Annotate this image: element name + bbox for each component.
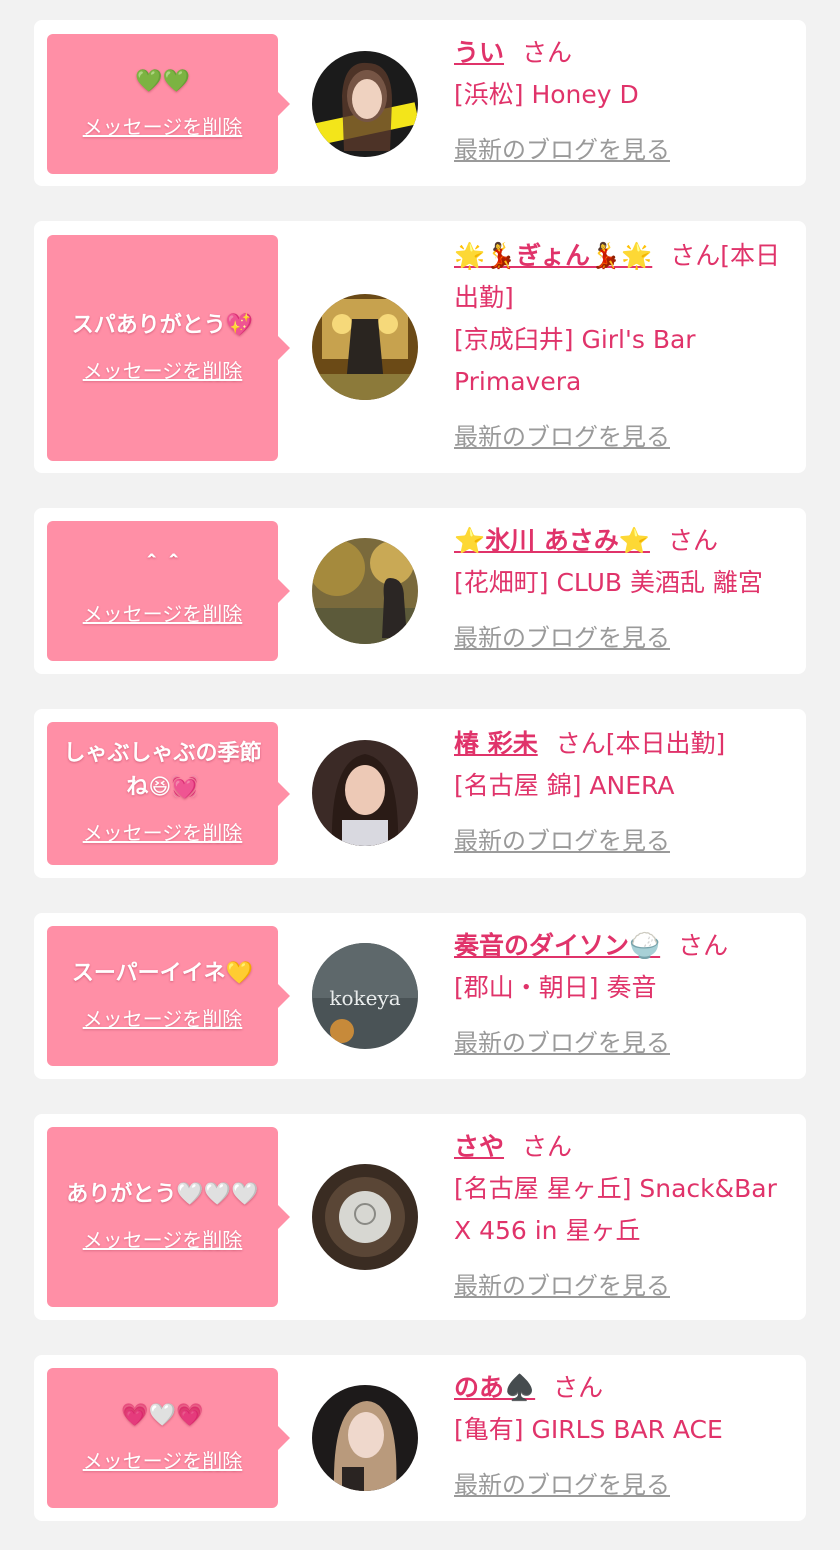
honorific: さん [522, 1132, 573, 1161]
svg-text:kokeya: kokeya [329, 986, 400, 1010]
shop-name: [郡山・朝日] 奏音 [454, 973, 657, 1002]
message-text: 💚💚 [135, 68, 190, 94]
latest-blog-link[interactable]: 最新のブログを見る [454, 1266, 670, 1301]
notification-card: スーパーイイネ💛 メッセージを削除 kokeya 奏音のダイソン🍚 さん [郡山・… [34, 913, 806, 1079]
honorific: さん [555, 729, 606, 758]
cast-info: 奏音のダイソン🍚 さん [郡山・朝日] 奏音 最新のブログを見る [454, 925, 798, 1058]
message-bubble: しゃぶしゃぶの季節ね😆💓 メッセージを削除 [47, 722, 290, 865]
delete-message-link[interactable]: メッセージを削除 [83, 1445, 243, 1474]
cast-info: のあ♠️ さん [亀有] GIRLS BAR ACE 最新のブログを見る [454, 1367, 798, 1500]
avatar[interactable]: kokeya [312, 943, 418, 1049]
latest-blog-link[interactable]: 最新のブログを見る [454, 1465, 670, 1500]
honorific: さん [553, 1373, 604, 1402]
honorific: さん [522, 38, 573, 67]
notification-list: 💚💚 メッセージを削除 うい さん [浜松] Honey D 最新のブログを見る … [0, 0, 840, 1550]
cast-info: さや さん [名古屋 星ヶ丘] Snack&Bar X 456 in 星ヶ丘 最新… [454, 1126, 798, 1301]
latest-blog-link[interactable]: 最新のブログを見る [454, 821, 670, 856]
latest-blog-link[interactable]: 最新のブログを見る [454, 618, 670, 653]
cast-name-link[interactable]: のあ♠️ [454, 1373, 535, 1402]
latest-blog-link[interactable]: 最新のブログを見る [454, 1023, 670, 1058]
message-text: スーパーイイネ💛 [71, 960, 254, 986]
delete-message-link[interactable]: メッセージを削除 [83, 355, 243, 384]
notification-card: ありがとう🤍🤍🤍 メッセージを削除 さや さん [名古屋 星ヶ丘] Snack&B… [34, 1114, 806, 1320]
cast-name-link[interactable]: さや [454, 1132, 504, 1161]
message-bubble: ＾＾ メッセージを削除 [47, 521, 290, 661]
delete-message-link[interactable]: メッセージを削除 [83, 817, 243, 846]
delete-message-link[interactable]: メッセージを削除 [83, 598, 243, 627]
cast-name-link[interactable]: うい [454, 38, 504, 67]
cast-name-link[interactable]: 🌟💃ぎょん💃🌟 [454, 241, 652, 270]
cast-info: 🌟💃ぎょん💃🌟 さん[本日出勤] [京成臼井] Girl's Bar Primav… [454, 235, 798, 452]
shop-name: [花畑町] CLUB 美酒乱 離宮 [454, 568, 763, 597]
cast-info: ⭐氷川 あさみ⭐ さん [花畑町] CLUB 美酒乱 離宮 最新のブログを見る [454, 520, 798, 653]
message-bubble: 💚💚 メッセージを削除 [47, 34, 290, 174]
avatar[interactable] [312, 740, 418, 846]
notification-card: 💗🤍💗 メッセージを削除 のあ♠️ さん [亀有] GIRLS BAR ACE 最… [34, 1355, 806, 1521]
message-text: ありがとう🤍🤍🤍 [66, 1181, 259, 1207]
notification-card: スパありがとう💖 メッセージを削除 🌟💃ぎょん💃🌟 さん[本日出勤] [京成臼井]… [34, 221, 806, 473]
cast-info: 椿 彩未 さん[本日出勤] [名古屋 錦] ANERA 最新のブログを見る [454, 723, 798, 856]
delete-message-link[interactable]: メッセージを削除 [83, 111, 243, 140]
message-text: ＾＾ [140, 555, 185, 581]
avatar[interactable] [312, 1385, 418, 1491]
delete-message-link[interactable]: メッセージを削除 [83, 1224, 243, 1253]
notification-card: ＾＾ メッセージを削除 ⭐氷川 あさみ⭐ さん [花畑町] CLUB 美酒乱 離宮… [34, 508, 806, 674]
avatar[interactable] [312, 538, 418, 644]
delete-message-link[interactable]: メッセージを削除 [83, 1003, 243, 1032]
latest-blog-link[interactable]: 最新のブログを見る [454, 417, 670, 452]
honorific: さん [678, 931, 729, 960]
message-text: しゃぶしゃぶの季節ね😆💓 [63, 741, 262, 800]
status-badge: [本日出勤] [605, 729, 726, 758]
latest-blog-link[interactable]: 最新のブログを見る [454, 130, 670, 165]
cast-name-link[interactable]: 椿 彩未 [454, 729, 538, 758]
shop-name: [京成臼井] Girl's Bar Primavera [454, 325, 696, 396]
message-text: 💗🤍💗 [121, 1402, 204, 1428]
message-bubble: スーパーイイネ💛 メッセージを削除 [47, 926, 290, 1066]
shop-name: [浜松] Honey D [454, 80, 639, 109]
avatar[interactable] [312, 1164, 418, 1270]
avatar[interactable] [312, 294, 418, 400]
cast-name-link[interactable]: ⭐氷川 あさみ⭐ [454, 526, 650, 555]
notification-card: しゃぶしゃぶの季節ね😆💓 メッセージを削除 椿 彩未 さん[本日出勤] [名古屋 … [34, 709, 806, 878]
honorific: さん [667, 526, 718, 555]
shop-name: [亀有] GIRLS BAR ACE [454, 1415, 723, 1444]
cast-info: うい さん [浜松] Honey D 最新のブログを見る [454, 32, 798, 165]
shop-name: [名古屋 星ヶ丘] Snack&Bar X 456 in 星ヶ丘 [454, 1174, 777, 1245]
honorific: さん [670, 241, 721, 270]
message-bubble: 💗🤍💗 メッセージを削除 [47, 1368, 290, 1508]
notification-card: 💚💚 メッセージを削除 うい さん [浜松] Honey D 最新のブログを見る [34, 20, 806, 186]
message-bubble: ありがとう🤍🤍🤍 メッセージを削除 [47, 1127, 290, 1307]
avatar[interactable] [312, 51, 418, 157]
cast-name-link[interactable]: 奏音のダイソン🍚 [454, 931, 660, 960]
shop-name: [名古屋 錦] ANERA [454, 771, 675, 800]
message-bubble: スパありがとう💖 メッセージを削除 [47, 235, 290, 461]
message-text: スパありがとう💖 [71, 312, 254, 338]
